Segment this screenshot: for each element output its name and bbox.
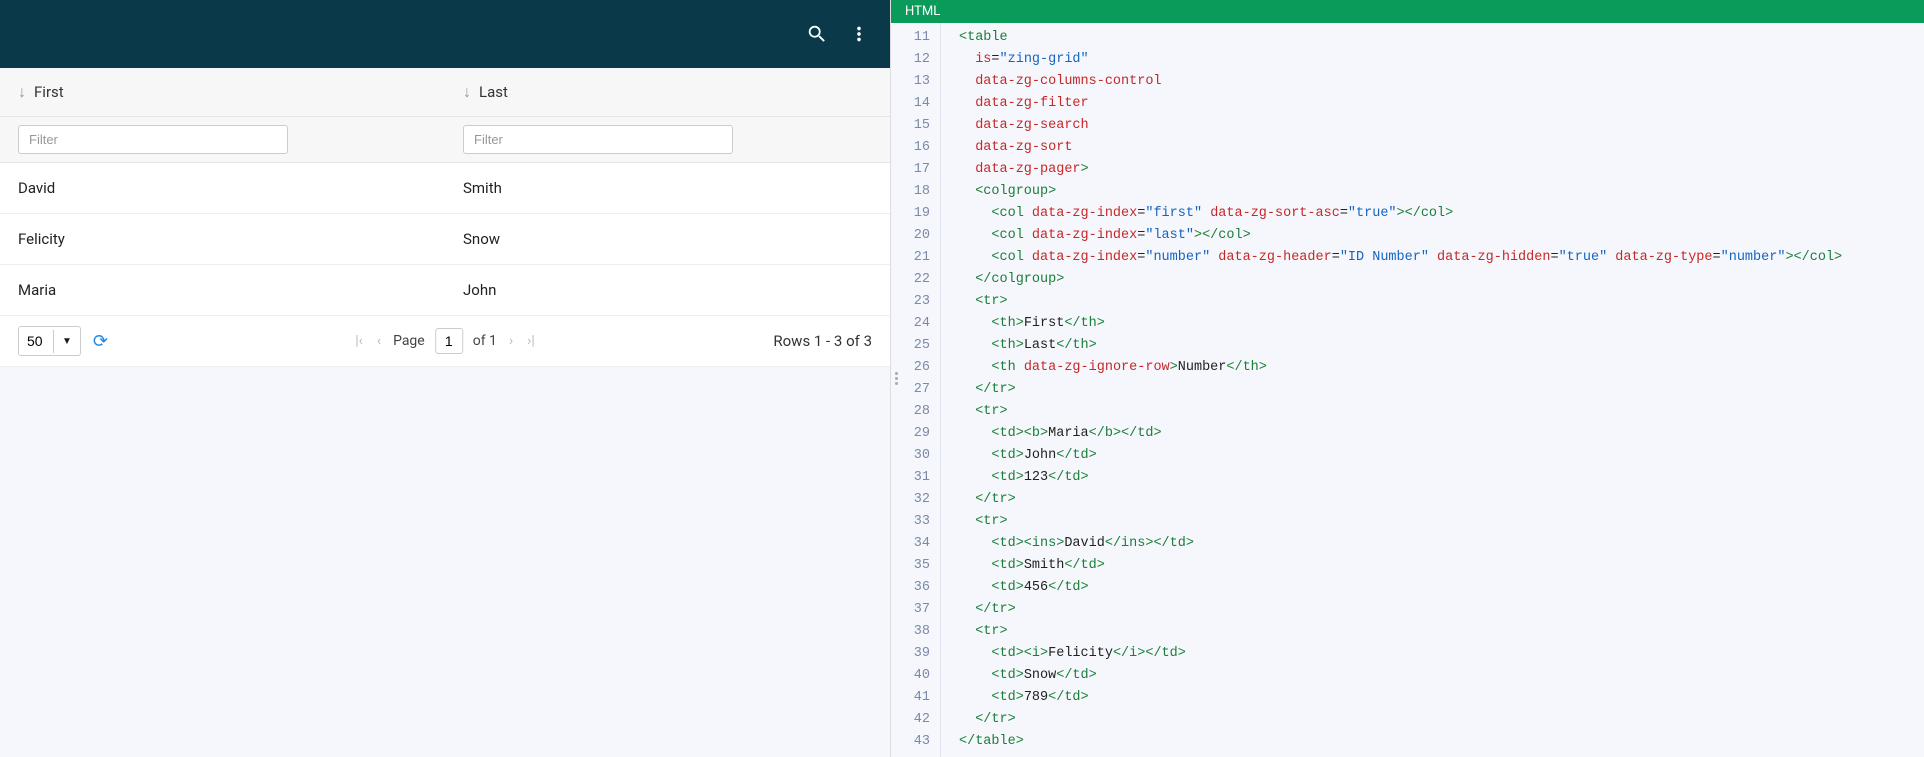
page-input[interactable]	[435, 328, 463, 354]
sort-arrow-icon: ↓	[18, 82, 26, 102]
more-vert-icon[interactable]	[848, 23, 870, 45]
cell-last: Smith	[445, 163, 890, 213]
cell-last: Snow	[445, 214, 890, 264]
page-size-select[interactable]: ▼	[18, 326, 81, 356]
caret-down-icon[interactable]: ▼	[53, 330, 80, 353]
page-size-input[interactable]	[19, 327, 53, 355]
table-row[interactable]: FelicitySnow	[0, 214, 890, 265]
first-page-icon[interactable]: |‹	[353, 333, 365, 349]
table-row[interactable]: DavidSmith	[0, 163, 890, 214]
search-icon[interactable]	[806, 23, 828, 45]
editor-tab-bar: HTML	[891, 0, 1924, 23]
code-lines[interactable]: <table is="zing-grid" data-zg-columns-co…	[941, 23, 1842, 757]
prev-page-icon[interactable]: ‹	[375, 333, 383, 349]
column-header-first[interactable]: ↓ First	[0, 68, 445, 116]
pager-bar: ▼ ⟳ |‹ ‹ Page of 1 › ›| Rows 1 - 3 of 3	[0, 316, 890, 367]
last-page-icon[interactable]: ›|	[525, 333, 537, 349]
cell-first: Maria	[0, 265, 445, 315]
refresh-icon[interactable]: ⟳	[93, 331, 108, 352]
table-row[interactable]: MariaJohn	[0, 265, 890, 316]
cell-first: David	[0, 163, 445, 213]
tab-html[interactable]: HTML	[891, 0, 954, 23]
pager-nav: |‹ ‹ Page of 1 › ›|	[353, 328, 537, 354]
next-page-icon[interactable]: ›	[507, 333, 515, 349]
preview-background	[0, 367, 890, 757]
grid-body: DavidSmithFelicitySnowMariaJohn	[0, 163, 890, 316]
code-area[interactable]: 1112131415161718192021222324252627282930…	[891, 23, 1924, 757]
column-header-last[interactable]: ↓ Last	[445, 68, 890, 116]
grid-caption-bar	[0, 0, 890, 68]
column-header-row: ↓ First ↓ Last	[0, 68, 890, 117]
cell-first: Felicity	[0, 214, 445, 264]
cell-last: John	[445, 265, 890, 315]
pane-resize-handle[interactable]	[891, 364, 901, 394]
sort-arrow-icon: ↓	[463, 82, 471, 102]
column-label: Last	[479, 83, 508, 101]
filter-input-last[interactable]	[463, 125, 733, 154]
filter-row	[0, 117, 890, 163]
page-label: Page	[393, 333, 425, 349]
code-editor-pane: HTML 11121314151617181920212223242526272…	[891, 0, 1924, 757]
grid-preview-pane: ↓ First ↓ Last DavidSmithFelicitySnowMar…	[0, 0, 891, 757]
filter-input-first[interactable]	[18, 125, 288, 154]
page-of-label: of 1	[473, 333, 497, 349]
column-label: First	[34, 83, 64, 101]
rows-info: Rows 1 - 3 of 3	[773, 332, 872, 350]
